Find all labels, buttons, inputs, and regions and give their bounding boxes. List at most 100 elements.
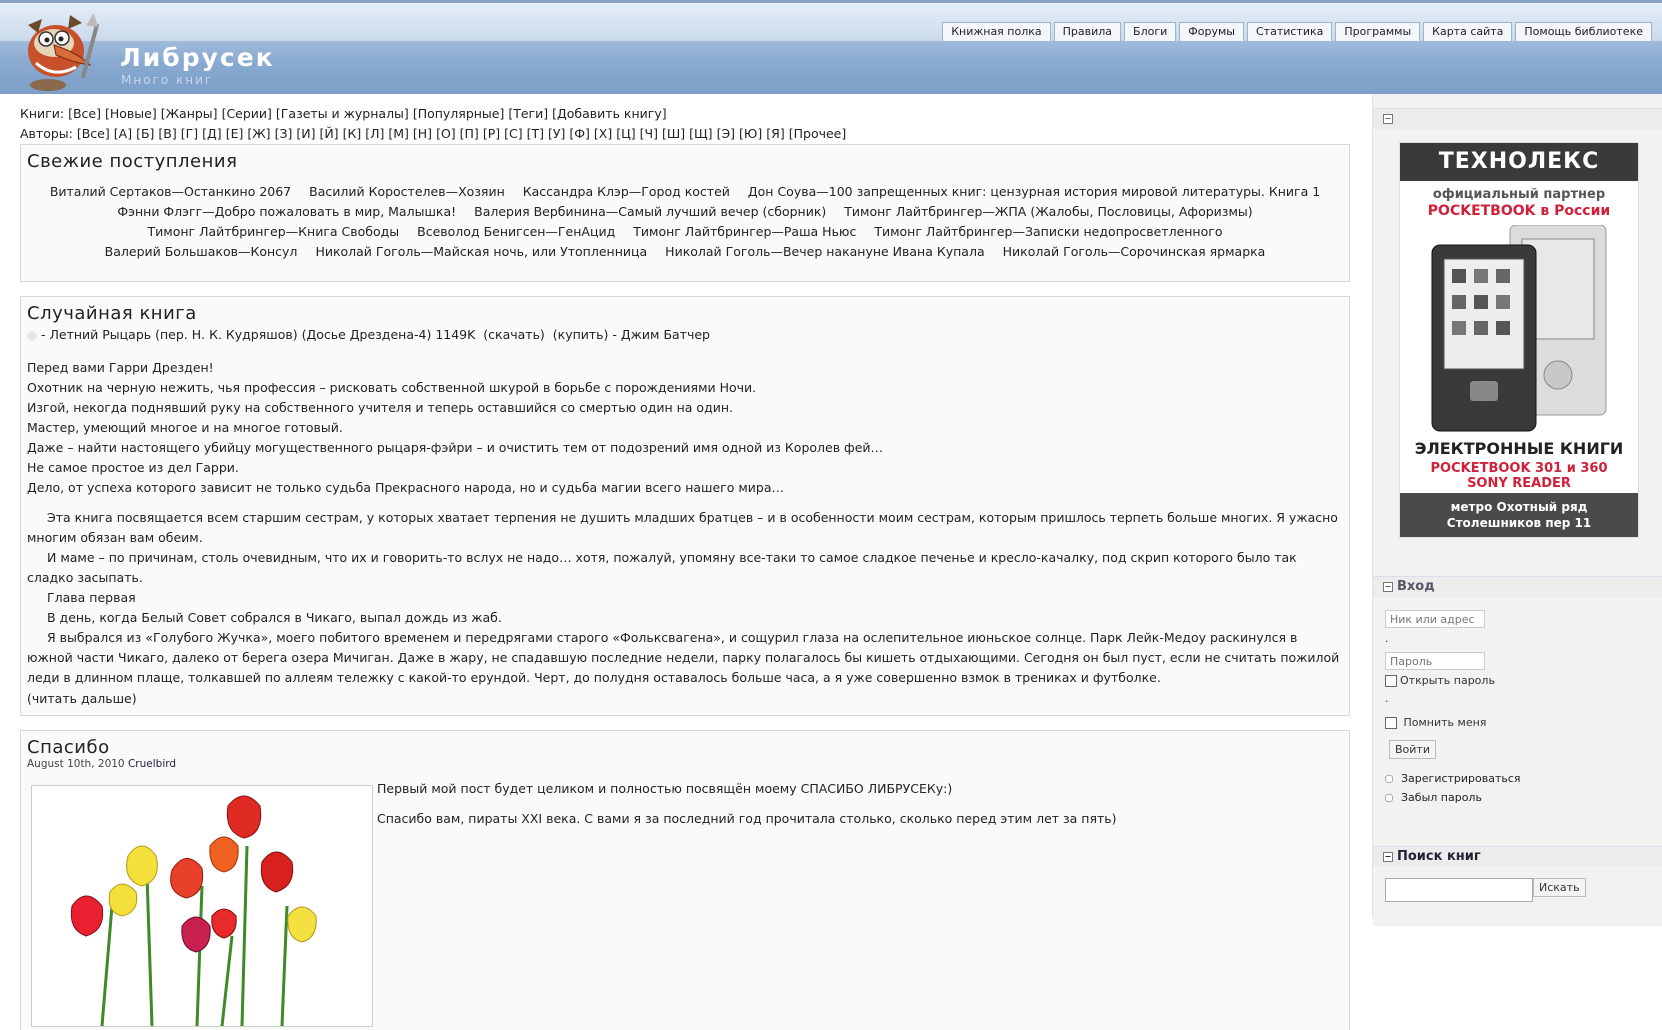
login-title: Вход [1397, 579, 1435, 594]
fresh-book-link[interactable]: Василий Коростелев—Хозяин [309, 182, 505, 202]
nav-tab-bookshelf[interactable]: Книжная полка [942, 22, 1051, 41]
nav-tab-rules[interactable]: Правила [1053, 22, 1122, 41]
book-search-button[interactable]: Искать [1533, 878, 1586, 897]
random-book-link[interactable]: - Летний Рыцарь (пер. Н. К. Кудряшов) [41, 327, 298, 342]
password-input[interactable] [1385, 652, 1485, 670]
author-letter-link[interactable]: [У] [548, 126, 565, 141]
fresh-book-link[interactable]: Тимонг Лайтбрингер—Раша Ньюс [633, 222, 856, 242]
author-letter-link[interactable]: [В] [158, 126, 176, 141]
collapse-icon[interactable]: − [1383, 851, 1393, 862]
fresh-book-link[interactable]: Виталий Сертаков—Останкино 2067 [50, 182, 291, 202]
author-letter-link[interactable]: [Д] [202, 126, 222, 141]
author-letter-link[interactable]: [К] [343, 126, 362, 141]
fresh-book-link[interactable]: Тимонг Лайтбрингер—ЖПА (Жалобы, Пословиц… [844, 202, 1252, 222]
show-password-checkbox[interactable] [1385, 675, 1397, 687]
book-search-header[interactable]: − Поиск книг [1373, 846, 1662, 867]
collapse-icon[interactable]: − [1383, 113, 1393, 124]
book-links-list: [Все] [Новые] [Жанры] [Серии] [Газеты и журн… [68, 106, 671, 121]
author-letter-link[interactable]: [Р] [483, 126, 500, 141]
author-letter-link[interactable]: [Щ] [689, 126, 712, 141]
author-letter-link[interactable]: [Прочее] [789, 126, 847, 141]
book-category-link[interactable]: [Все] [68, 106, 101, 121]
ad-partner-line2: POCKETBOOK в России [1427, 203, 1611, 219]
username-input[interactable] [1385, 610, 1485, 628]
book-category-link[interactable]: [Жанры] [161, 106, 218, 121]
author-letter-link[interactable]: [П] [460, 126, 479, 141]
author-letter-link[interactable]: [И] [296, 126, 315, 141]
fresh-book-link[interactable]: Кассандра Клэр—Город костей [523, 182, 730, 202]
login-header[interactable]: − Вход [1373, 576, 1662, 597]
blog-post-title[interactable]: Спасибо [27, 737, 1343, 758]
author-letter-link[interactable]: [Ч] [640, 126, 658, 141]
book-category-link[interactable]: [Популярные] [413, 106, 505, 121]
book-category-link[interactable]: [Новые] [105, 106, 157, 121]
nav-tab-help-library[interactable]: Помощь библиотеке [1515, 22, 1652, 41]
author-letter-link[interactable]: [Э] [717, 126, 735, 141]
fresh-book-link[interactable]: Валерия Вербинина—Самый лучший вечер (сб… [474, 202, 826, 222]
book-category-link[interactable]: [Газеты и журналы] [276, 106, 409, 121]
fresh-book-link[interactable]: Дон Соува—100 запрещенных книг: цензурна… [748, 182, 1320, 202]
book-category-link[interactable]: [Добавить книгу] [552, 106, 666, 121]
blog-post-date: August 10th, 2010 [27, 758, 125, 770]
fresh-book-link[interactable]: Валерий Большаков—Консул [105, 242, 298, 262]
author-letter-link[interactable]: [Ж] [247, 126, 270, 141]
main-content: Книги: [Все] [Новые] [Жанры] [Серии] [Газеты… [20, 94, 1350, 1030]
annotation-line: Перед вами Гарри Дрезден! [27, 360, 214, 375]
book-category-link[interactable]: [Серии] [222, 106, 272, 121]
nav-tab-statistics[interactable]: Статистика [1246, 22, 1333, 41]
fresh-book-link[interactable]: Тимонг Лайтбрингер—Записки недопросветле… [874, 222, 1222, 242]
blog-post-author-link[interactable]: Cruelbird [128, 758, 176, 770]
blog-post-body: Первый мой пост будет целиком и полность… [377, 779, 1117, 839]
author-letter-link[interactable]: [Я] [766, 126, 784, 141]
fresh-book-link[interactable]: Тимонг Лайтбрингер—Книга Свободы [148, 222, 400, 242]
author-letter-link[interactable]: [Л] [365, 126, 384, 141]
author-letter-link[interactable]: [Х] [594, 126, 612, 141]
login-button[interactable]: Войти [1389, 740, 1436, 759]
author-letter-link[interactable]: [Й] [319, 126, 338, 141]
author-letter-link[interactable]: [Ф] [569, 126, 590, 141]
book-category-link[interactable]: [Теги] [508, 106, 548, 121]
librusec-mascot-logo[interactable] [8, 5, 116, 97]
random-book-series-link[interactable]: (Досье Дрездена-4) [302, 327, 432, 342]
technolex-ad-banner[interactable]: ТЕХНОЛЕКС официальный партнер POCKETBOOK… [1399, 142, 1639, 538]
author-letter-link[interactable]: [Все] [77, 126, 110, 141]
author-letter-link[interactable]: [С] [504, 126, 522, 141]
author-letter-link[interactable]: [Б] [136, 126, 154, 141]
author-letter-link[interactable]: [З] [275, 126, 293, 141]
show-password-row: Открыть пароль [1385, 674, 1495, 687]
fresh-book-link[interactable]: Всеволод Бенигсен—ГенАцид [417, 222, 615, 242]
fresh-book-link[interactable]: Фэнни Флэгг—Добро пожаловать в мир, Малы… [117, 202, 456, 222]
author-letter-link[interactable]: [Н] [413, 126, 432, 141]
ad-models: POCKETBOOK 301 и 360 [1430, 461, 1608, 476]
excerpt-paragraph: В день, когда Белый Совет собрался в Чик… [47, 610, 502, 625]
fresh-book-link[interactable]: Николай Гоголь—Майская ночь, или Утоплен… [315, 242, 647, 262]
site-name[interactable]: Либрусек [120, 43, 275, 72]
book-search-input[interactable] [1385, 878, 1533, 902]
random-book-buy-link[interactable]: (купить) [553, 327, 609, 342]
collapse-icon[interactable]: − [1383, 581, 1393, 592]
author-letter-link[interactable]: [А] [114, 126, 132, 141]
nav-tab-sitemap[interactable]: Карта сайта [1423, 22, 1513, 41]
random-book-author-link[interactable]: - Джим Батчер [612, 327, 710, 342]
fresh-book-link[interactable]: Николай Гоголь—Вечер накануне Ивана Купа… [665, 242, 984, 262]
author-letter-link[interactable]: [Т] [527, 126, 544, 141]
register-link[interactable]: Зарегистрироваться [1401, 772, 1521, 785]
nav-tab-programs[interactable]: Программы [1335, 22, 1421, 41]
forgot-password-link[interactable]: Забыл пароль [1401, 791, 1482, 804]
nav-tab-blogs[interactable]: Блоги [1124, 22, 1177, 41]
fresh-book-link[interactable]: Николай Гоголь—Сорочинская ярмарка [1003, 242, 1266, 262]
author-letter-link[interactable]: [Г] [181, 126, 198, 141]
author-letter-link[interactable]: [Ш] [662, 126, 685, 141]
ad-brand: ТЕХНОЛЕКС [1400, 143, 1638, 181]
author-letter-link[interactable]: [Ц] [616, 126, 635, 141]
remember-me-checkbox[interactable] [1385, 717, 1397, 729]
author-letter-link[interactable]: [Ю] [739, 126, 762, 141]
annotation-line: Изгой, некогда поднявший руку на собстве… [27, 400, 733, 415]
author-letter-link[interactable]: [О] [436, 126, 456, 141]
nav-tab-forums[interactable]: Форумы [1179, 22, 1244, 41]
author-letter-link[interactable]: [М] [388, 126, 409, 141]
random-book-download-link[interactable]: (скачать) [483, 327, 545, 342]
register-item: Зарегистрироваться [1385, 772, 1521, 785]
read-more-link[interactable]: (читать дальше) [27, 691, 137, 706]
author-letter-link[interactable]: [Е] [226, 126, 244, 141]
